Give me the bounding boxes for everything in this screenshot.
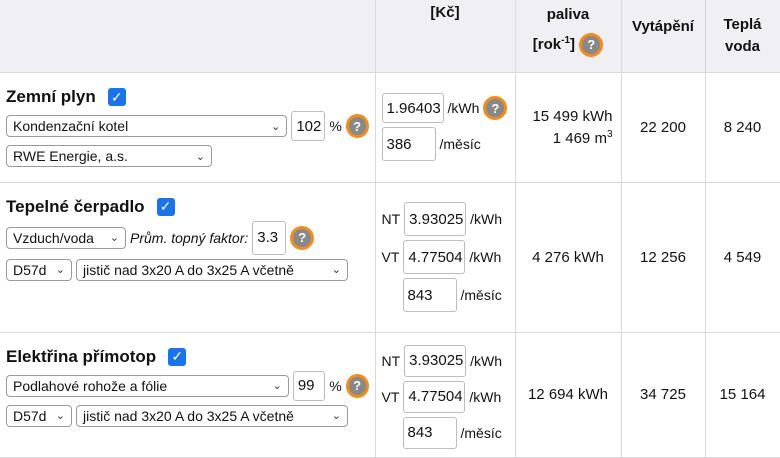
table-row: Zemní plyn ✓ Kondenzační kotel ⌄ 102 % ? … (0, 72, 780, 183)
section-title: Tepelné čerpadlo (6, 196, 145, 216)
device-select[interactable]: Kondenzační kotel ⌄ (6, 115, 288, 137)
chevron-down-icon: ⌄ (55, 410, 65, 422)
chevron-down-icon: ⌄ (331, 264, 341, 276)
price-cell-gas: 1.96403 /kWh ? 386 /měsíc (375, 72, 516, 183)
price-cell-electric: NT 3.93025 /kWh VT 4.77504 /kWh 843 /měs… (375, 332, 516, 458)
price-input[interactable]: 1.96403 (381, 93, 444, 123)
help-icon[interactable]: ? (483, 96, 508, 120)
price-cell-heatpump: NT 3.93025 /kWh VT 4.77504 /kWh 843 /měs… (375, 182, 516, 333)
monthly-input[interactable]: 843 (402, 416, 457, 449)
vt-price-input[interactable]: 4.77504 (403, 380, 466, 413)
factor-input[interactable]: 3.3 (252, 220, 287, 255)
table-row: Tepelné čerpadlo ✓ Vzduch/voda ⌄ Prům. to… (0, 182, 780, 333)
header-hot-water: Teplá voda (705, 0, 780, 73)
consumption-cell-heatpump: 4 276 kWh (515, 182, 622, 333)
consumption-cell-electric: 12 694 kWh (515, 332, 622, 458)
chevron-down-icon: ⌄ (195, 150, 205, 163)
chevron-down-icon: ⌄ (109, 232, 119, 244)
chevron-down-icon: ⌄ (331, 410, 341, 422)
section-title: Elektřina přímotop (6, 346, 157, 366)
tariff-select[interactable]: D57d ⌄ (6, 404, 72, 427)
fuel-config-electric: Elektřina přímotop ✓ Podlahové rohože a … (0, 332, 376, 458)
consumption-cell-gas: 15 499 kWh 1 469 m3 (515, 72, 622, 183)
section-title: Zemní plyn (6, 87, 96, 106)
supplier-select[interactable]: RWE Energie, a.s. ⌄ (6, 145, 212, 167)
monthly-input[interactable]: 843 (402, 278, 457, 312)
help-icon[interactable]: ? (345, 373, 369, 398)
efficiency-input[interactable]: 102 (291, 111, 326, 141)
header-empty (0, 0, 376, 73)
chevron-down-icon: ⌄ (272, 380, 282, 392)
hot-water-cost-gas: 8 240 (705, 72, 780, 183)
vt-price-input[interactable]: 4.77504 (403, 240, 466, 274)
checkbox-checked-icon[interactable]: ✓ (107, 88, 126, 106)
heating-cost-gas: 22 200 (621, 72, 706, 183)
help-icon[interactable]: ? (579, 33, 604, 58)
nt-price-input[interactable]: 3.93025 (404, 202, 467, 236)
header-heating: Vytápění (621, 0, 706, 73)
breaker-select[interactable]: jistič nad 3x20 A do 3x25 A včetně ⌄ (76, 258, 348, 281)
breaker-select[interactable]: jistič nad 3x20 A do 3x25 A včetně ⌄ (76, 404, 348, 427)
monthly-input[interactable]: 386 (381, 127, 436, 161)
device-select[interactable]: Podlahové rohože a fólie ⌄ (6, 374, 289, 397)
hot-water-cost-electric: 15 164 (705, 332, 780, 458)
checkbox-checked-icon[interactable]: ✓ (168, 347, 187, 366)
fuel-config-heatpump: Tepelné čerpadlo ✓ Vzduch/voda ⌄ Prům. to… (0, 182, 376, 333)
heating-cost-electric: 34 725 (621, 332, 706, 458)
chevron-down-icon: ⌄ (55, 264, 65, 276)
tariff-select[interactable]: D57d ⌄ (6, 258, 72, 281)
header-price: [Kč] (375, 0, 516, 73)
hot-water-cost-heatpump: 4 549 (705, 182, 780, 333)
fuel-config-gas: Zemní plyn ✓ Kondenzační kotel ⌄ 102 % ? … (0, 72, 376, 183)
nt-price-input[interactable]: 3.93025 (404, 344, 467, 377)
help-icon[interactable]: ? (345, 114, 369, 138)
heating-cost-heatpump: 12 256 (621, 182, 706, 333)
checkbox-checked-icon[interactable]: ✓ (156, 197, 175, 216)
heating-cost-table: [Kč] paliva [rok-1] ? Vytápění Teplá voda… (0, 0, 780, 458)
header-fuel: paliva [rok-1] ? (515, 0, 622, 73)
device-select[interactable]: Vzduch/voda ⌄ (6, 226, 126, 249)
chevron-down-icon: ⌄ (271, 120, 281, 133)
efficiency-input[interactable]: 99 (292, 370, 326, 401)
help-icon[interactable]: ? (290, 225, 315, 250)
table-row: Elektřina přímotop ✓ Podlahové rohože a … (0, 332, 780, 458)
